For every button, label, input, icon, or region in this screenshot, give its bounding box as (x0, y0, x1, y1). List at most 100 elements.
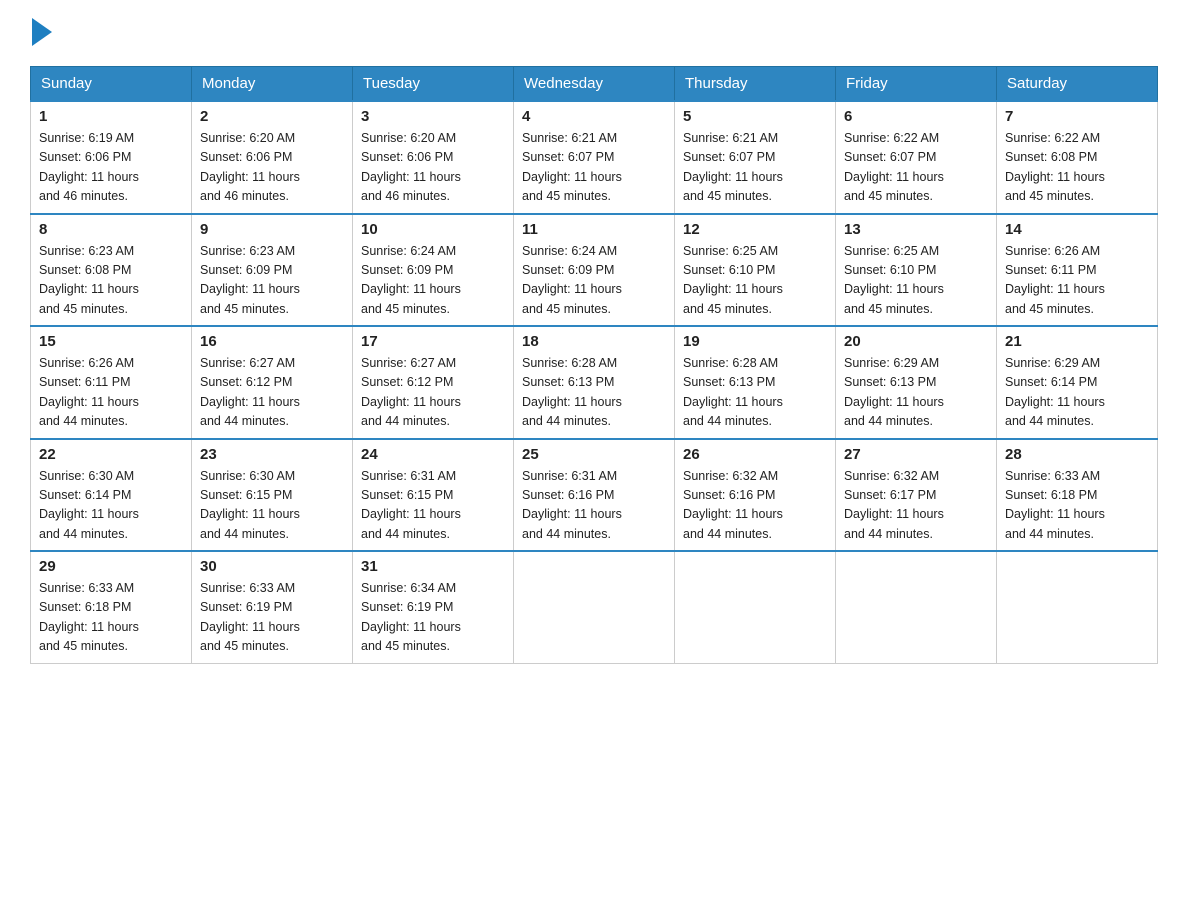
logo-arrow-icon (32, 18, 52, 46)
calendar-header-row: SundayMondayTuesdayWednesdayThursdayFrid… (31, 67, 1158, 102)
day-info: Sunrise: 6:24 AMSunset: 6:09 PMDaylight:… (522, 242, 666, 320)
calendar-header-tuesday: Tuesday (353, 67, 514, 102)
calendar-cell: 19 Sunrise: 6:28 AMSunset: 6:13 PMDaylig… (675, 326, 836, 439)
day-info: Sunrise: 6:22 AMSunset: 6:07 PMDaylight:… (844, 129, 988, 207)
calendar-cell: 20 Sunrise: 6:29 AMSunset: 6:13 PMDaylig… (836, 326, 997, 439)
day-number: 1 (39, 108, 183, 125)
calendar-week-row: 1 Sunrise: 6:19 AMSunset: 6:06 PMDayligh… (31, 101, 1158, 214)
calendar-cell: 7 Sunrise: 6:22 AMSunset: 6:08 PMDayligh… (997, 101, 1158, 214)
day-info: Sunrise: 6:20 AMSunset: 6:06 PMDaylight:… (361, 129, 505, 207)
calendar-cell: 9 Sunrise: 6:23 AMSunset: 6:09 PMDayligh… (192, 214, 353, 327)
calendar-cell: 8 Sunrise: 6:23 AMSunset: 6:08 PMDayligh… (31, 214, 192, 327)
calendar-cell: 28 Sunrise: 6:33 AMSunset: 6:18 PMDaylig… (997, 439, 1158, 552)
day-number: 9 (200, 221, 344, 238)
day-info: Sunrise: 6:21 AMSunset: 6:07 PMDaylight:… (522, 129, 666, 207)
day-number: 5 (683, 108, 827, 125)
day-number: 12 (683, 221, 827, 238)
calendar-cell: 24 Sunrise: 6:31 AMSunset: 6:15 PMDaylig… (353, 439, 514, 552)
calendar-cell: 12 Sunrise: 6:25 AMSunset: 6:10 PMDaylig… (675, 214, 836, 327)
day-info: Sunrise: 6:28 AMSunset: 6:13 PMDaylight:… (683, 354, 827, 432)
day-info: Sunrise: 6:34 AMSunset: 6:19 PMDaylight:… (361, 579, 505, 657)
calendar-table: SundayMondayTuesdayWednesdayThursdayFrid… (30, 66, 1158, 664)
day-number: 19 (683, 333, 827, 350)
day-number: 15 (39, 333, 183, 350)
calendar-cell: 16 Sunrise: 6:27 AMSunset: 6:12 PMDaylig… (192, 326, 353, 439)
calendar-cell: 23 Sunrise: 6:30 AMSunset: 6:15 PMDaylig… (192, 439, 353, 552)
day-number: 8 (39, 221, 183, 238)
calendar-cell (997, 551, 1158, 663)
calendar-cell: 21 Sunrise: 6:29 AMSunset: 6:14 PMDaylig… (997, 326, 1158, 439)
day-info: Sunrise: 6:32 AMSunset: 6:16 PMDaylight:… (683, 467, 827, 545)
page-header (30, 20, 1158, 48)
day-number: 28 (1005, 446, 1149, 463)
calendar-cell (836, 551, 997, 663)
day-number: 27 (844, 446, 988, 463)
calendar-cell: 25 Sunrise: 6:31 AMSunset: 6:16 PMDaylig… (514, 439, 675, 552)
day-info: Sunrise: 6:23 AMSunset: 6:09 PMDaylight:… (200, 242, 344, 320)
day-number: 22 (39, 446, 183, 463)
day-info: Sunrise: 6:22 AMSunset: 6:08 PMDaylight:… (1005, 129, 1149, 207)
day-info: Sunrise: 6:29 AMSunset: 6:14 PMDaylight:… (1005, 354, 1149, 432)
day-number: 13 (844, 221, 988, 238)
day-number: 23 (200, 446, 344, 463)
day-info: Sunrise: 6:25 AMSunset: 6:10 PMDaylight:… (844, 242, 988, 320)
day-number: 6 (844, 108, 988, 125)
day-info: Sunrise: 6:23 AMSunset: 6:08 PMDaylight:… (39, 242, 183, 320)
calendar-cell: 14 Sunrise: 6:26 AMSunset: 6:11 PMDaylig… (997, 214, 1158, 327)
calendar-cell: 2 Sunrise: 6:20 AMSunset: 6:06 PMDayligh… (192, 101, 353, 214)
day-number: 18 (522, 333, 666, 350)
calendar-week-row: 22 Sunrise: 6:30 AMSunset: 6:14 PMDaylig… (31, 439, 1158, 552)
calendar-cell: 5 Sunrise: 6:21 AMSunset: 6:07 PMDayligh… (675, 101, 836, 214)
day-number: 29 (39, 558, 183, 575)
day-info: Sunrise: 6:32 AMSunset: 6:17 PMDaylight:… (844, 467, 988, 545)
calendar-cell: 15 Sunrise: 6:26 AMSunset: 6:11 PMDaylig… (31, 326, 192, 439)
calendar-cell: 30 Sunrise: 6:33 AMSunset: 6:19 PMDaylig… (192, 551, 353, 663)
calendar-cell: 1 Sunrise: 6:19 AMSunset: 6:06 PMDayligh… (31, 101, 192, 214)
calendar-cell: 27 Sunrise: 6:32 AMSunset: 6:17 PMDaylig… (836, 439, 997, 552)
calendar-header-saturday: Saturday (997, 67, 1158, 102)
day-number: 31 (361, 558, 505, 575)
calendar-cell: 29 Sunrise: 6:33 AMSunset: 6:18 PMDaylig… (31, 551, 192, 663)
day-number: 3 (361, 108, 505, 125)
day-info: Sunrise: 6:27 AMSunset: 6:12 PMDaylight:… (361, 354, 505, 432)
calendar-header-friday: Friday (836, 67, 997, 102)
calendar-cell (514, 551, 675, 663)
day-number: 2 (200, 108, 344, 125)
day-number: 4 (522, 108, 666, 125)
calendar-week-row: 29 Sunrise: 6:33 AMSunset: 6:18 PMDaylig… (31, 551, 1158, 663)
calendar-cell: 3 Sunrise: 6:20 AMSunset: 6:06 PMDayligh… (353, 101, 514, 214)
day-number: 16 (200, 333, 344, 350)
calendar-cell: 6 Sunrise: 6:22 AMSunset: 6:07 PMDayligh… (836, 101, 997, 214)
calendar-week-row: 15 Sunrise: 6:26 AMSunset: 6:11 PMDaylig… (31, 326, 1158, 439)
day-number: 25 (522, 446, 666, 463)
day-info: Sunrise: 6:31 AMSunset: 6:15 PMDaylight:… (361, 467, 505, 545)
day-info: Sunrise: 6:27 AMSunset: 6:12 PMDaylight:… (200, 354, 344, 432)
calendar-cell: 13 Sunrise: 6:25 AMSunset: 6:10 PMDaylig… (836, 214, 997, 327)
day-info: Sunrise: 6:30 AMSunset: 6:14 PMDaylight:… (39, 467, 183, 545)
calendar-cell: 11 Sunrise: 6:24 AMSunset: 6:09 PMDaylig… (514, 214, 675, 327)
day-info: Sunrise: 6:33 AMSunset: 6:18 PMDaylight:… (39, 579, 183, 657)
day-info: Sunrise: 6:24 AMSunset: 6:09 PMDaylight:… (361, 242, 505, 320)
calendar-cell: 18 Sunrise: 6:28 AMSunset: 6:13 PMDaylig… (514, 326, 675, 439)
calendar-cell: 31 Sunrise: 6:34 AMSunset: 6:19 PMDaylig… (353, 551, 514, 663)
day-info: Sunrise: 6:31 AMSunset: 6:16 PMDaylight:… (522, 467, 666, 545)
calendar-cell: 10 Sunrise: 6:24 AMSunset: 6:09 PMDaylig… (353, 214, 514, 327)
day-info: Sunrise: 6:20 AMSunset: 6:06 PMDaylight:… (200, 129, 344, 207)
calendar-header-sunday: Sunday (31, 67, 192, 102)
calendar-header-wednesday: Wednesday (514, 67, 675, 102)
calendar-body: 1 Sunrise: 6:19 AMSunset: 6:06 PMDayligh… (31, 101, 1158, 663)
day-info: Sunrise: 6:21 AMSunset: 6:07 PMDaylight:… (683, 129, 827, 207)
calendar-cell: 4 Sunrise: 6:21 AMSunset: 6:07 PMDayligh… (514, 101, 675, 214)
day-number: 10 (361, 221, 505, 238)
calendar-cell: 17 Sunrise: 6:27 AMSunset: 6:12 PMDaylig… (353, 326, 514, 439)
day-number: 20 (844, 333, 988, 350)
logo (30, 20, 54, 48)
day-number: 24 (361, 446, 505, 463)
day-info: Sunrise: 6:19 AMSunset: 6:06 PMDaylight:… (39, 129, 183, 207)
day-number: 7 (1005, 108, 1149, 125)
day-info: Sunrise: 6:33 AMSunset: 6:18 PMDaylight:… (1005, 467, 1149, 545)
day-number: 14 (1005, 221, 1149, 238)
calendar-cell: 26 Sunrise: 6:32 AMSunset: 6:16 PMDaylig… (675, 439, 836, 552)
day-number: 21 (1005, 333, 1149, 350)
calendar-header-monday: Monday (192, 67, 353, 102)
